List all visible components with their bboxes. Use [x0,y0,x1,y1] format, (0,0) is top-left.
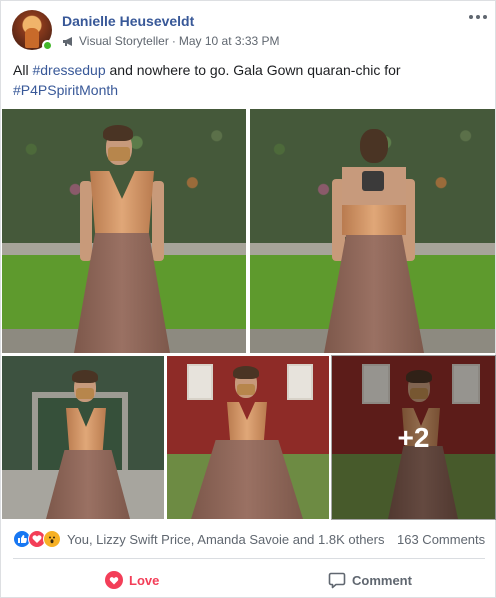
post-photo-4[interactable] [167,356,329,519]
reaction-summary[interactable]: You, Lizzy Swift Price, Amanda Savoie an… [13,529,384,549]
reaction-summary-text: You, Lizzy Swift Price, Amanda Savoie an… [67,531,385,547]
post-meta: Visual Storyteller · May 10 at 3:33 PM [62,34,280,48]
comments-count[interactable]: 163 Comments [397,532,485,547]
reaction-icons [13,530,61,548]
love-reaction-icon [105,571,123,589]
post-text-part: and nowhere to go. Gala Gown quaran-chic… [105,62,401,78]
online-status-indicator [42,40,53,51]
comment-button-label: Comment [352,572,412,588]
post-timestamp[interactable]: May 10 at 3:33 PM [179,34,280,48]
love-button[interactable]: Love [105,567,159,593]
hashtag-dressedup[interactable]: #dressedup [32,62,105,78]
author-role-badge: Visual Storyteller [79,34,169,48]
action-divider [13,558,485,559]
hashtag-p4pspiritmonth[interactable]: #P4PSpiritMonth [13,82,118,98]
feed-post: Danielle Heuseveldt Visual Storyteller ·… [0,0,496,598]
post-photo-3[interactable] [2,356,164,519]
comment-bubble-icon [328,571,346,589]
post-photo-1[interactable] [2,109,246,353]
post-photo-2[interactable] [250,109,495,353]
wow-icon [43,530,61,548]
author-name[interactable]: Danielle Heuseveldt [62,13,194,29]
love-button-label: Love [129,572,160,588]
comment-button[interactable]: Comment [328,567,412,593]
more-options-icon[interactable] [469,11,489,23]
post-text: All #dressedup and nowhere to go. Gala G… [13,60,483,100]
more-photos-overlay[interactable]: +2 [331,355,496,520]
post-text-part: All [13,62,33,78]
megaphone-badge-icon [62,36,75,47]
meta-separator: · [171,34,176,48]
